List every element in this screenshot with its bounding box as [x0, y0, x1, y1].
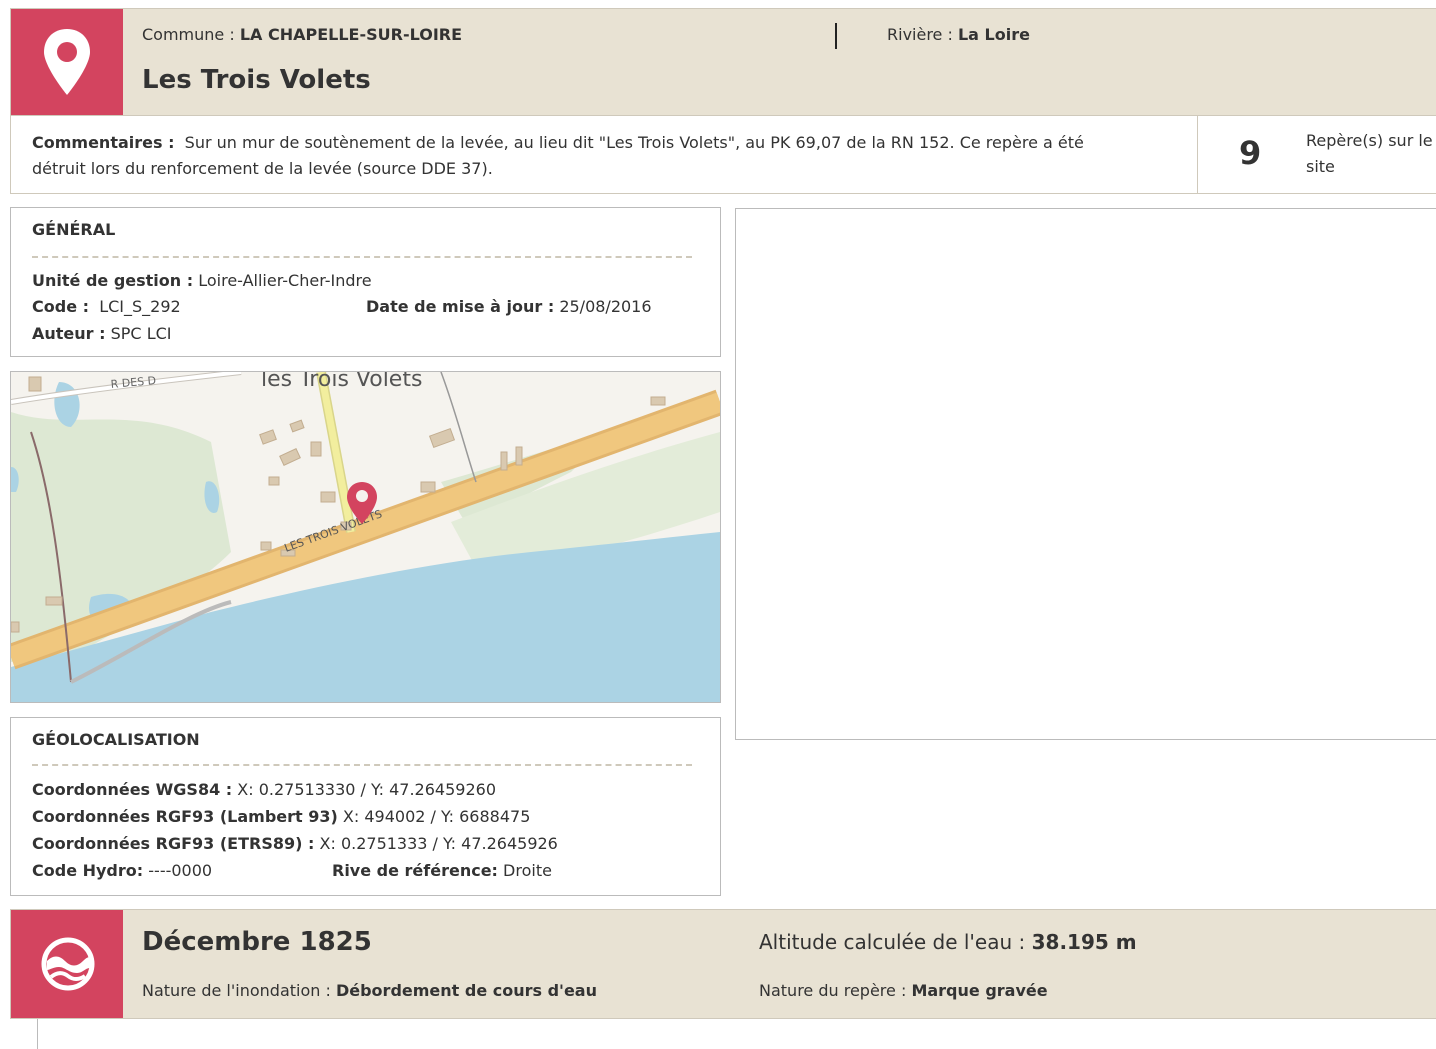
etrs-field: Coordonnées RGF93 (ETRS89) : X: 0.275133… — [32, 834, 558, 853]
flood-nature-value: Débordement de cours d'eau — [335, 981, 597, 1000]
code-field: Code : LCI_S_292 — [32, 297, 181, 316]
flood-repere-line: Nature du repère : Marque gravée — [759, 981, 1048, 1000]
general-divider — [32, 256, 692, 258]
date-value: 25/08/2016 — [559, 297, 652, 316]
unite-value: Loire-Allier-Cher-Indre — [198, 271, 372, 290]
flood-wave-icon — [41, 937, 95, 991]
flood-title: Décembre 1825 — [142, 927, 372, 957]
geo-divider — [32, 764, 692, 766]
site-title: Les Trois Volets — [142, 65, 371, 95]
flood-altitude-label: Altitude calculée de l'eau : — [759, 930, 1032, 954]
general-panel: GÉNÉRAL Unité de gestion : Loire-Allier-… — [10, 207, 721, 357]
site-header: Commune : LA CHAPELLE-SUR-LOIRE Rivière … — [10, 8, 1436, 116]
date-label: Date de mise à jour : — [366, 297, 555, 316]
map-canvas[interactable]: les Trois Volets R DES D LES TROIS VOLET… — [11, 372, 720, 702]
comment-label: Commentaires : — [32, 133, 175, 152]
map-place-label: les Trois Volets — [261, 372, 422, 392]
comment-body: Sur un mur de soutènement de la levée, a… — [32, 133, 1084, 178]
etrs-value: X: 0.2751333 / Y: 47.2645926 — [319, 834, 558, 853]
riviere-line: Rivière : La Loire — [887, 25, 1030, 44]
commune-line: Commune : LA CHAPELLE-SUR-LOIRE — [142, 25, 462, 44]
unite-field: Unité de gestion : Loire-Allier-Cher-Ind… — [32, 271, 372, 290]
flood-nature-line: Nature de l'inondation : Débordement de … — [142, 981, 597, 1000]
rive-field: Rive de référence: Droite — [332, 861, 552, 880]
map-pin-badge — [11, 9, 123, 115]
count-divider — [1197, 116, 1198, 193]
riviere-value: La Loire — [957, 25, 1030, 44]
comment-text: Commentaires : Sur un mur de soutènement… — [32, 130, 1142, 182]
auteur-field: Auteur : SPC LCI — [32, 324, 172, 343]
flood-altitude-line: Altitude calculée de l'eau : 38.195 m — [759, 930, 1137, 954]
hydro-field: Code Hydro: ----0000 — [32, 861, 212, 880]
geolocalisation-panel: GÉOLOCALISATION Coordonnées WGS84 : X: 0… — [10, 717, 721, 896]
flood-repere-value: Marque gravée — [911, 981, 1048, 1000]
hydro-value: ----0000 — [148, 861, 213, 880]
flood-repere-label: Nature du repère : — [759, 981, 912, 1000]
geo-title: GÉOLOCALISATION — [32, 730, 200, 749]
wgs-value: X: 0.27513330 / Y: 47.26459260 — [237, 780, 496, 799]
flood-badge — [11, 910, 123, 1018]
map-pin-icon — [44, 29, 90, 95]
flood-event-header: Décembre 1825 Nature de l'inondation : D… — [10, 909, 1436, 1019]
flood-altitude-value: 38.195 m — [1031, 930, 1137, 954]
wgs-field: Coordonnées WGS84 : X: 0.27513330 / Y: 4… — [32, 780, 496, 799]
flood-nature-label: Nature de l'inondation : — [142, 981, 336, 1000]
wgs-label: Coordonnées WGS84 : — [32, 780, 233, 799]
lambert-label: Coordonnées RGF93 (Lambert 93) — [32, 807, 338, 826]
repere-count-label: Repère(s) sur le site — [1306, 131, 1433, 176]
general-title: GÉNÉRAL — [32, 220, 116, 239]
hydro-label: Code Hydro: — [32, 861, 144, 880]
photo-frame — [735, 208, 1436, 740]
date-field: Date de mise à jour : 25/08/2016 — [366, 297, 652, 316]
unite-label: Unité de gestion : — [32, 271, 194, 290]
riviere-label: Rivière : — [887, 25, 958, 44]
commune-value: LA CHAPELLE-SUR-LOIRE — [239, 25, 463, 44]
lambert-field: Coordonnées RGF93 (Lambert 93) X: 494002… — [32, 807, 530, 826]
auteur-value: SPC LCI — [110, 324, 172, 343]
lambert-value: X: 494002 / Y: 6688475 — [342, 807, 531, 826]
header-divider — [835, 23, 837, 49]
location-map[interactable]: les Trois Volets R DES D LES TROIS VOLET… — [10, 371, 721, 703]
commune-label: Commune : — [142, 25, 240, 44]
comments-section: Commentaires : Sur un mur de soutènement… — [10, 116, 1436, 194]
rive-label: Rive de référence: — [332, 861, 498, 880]
repere-count: 9 — [1239, 134, 1262, 172]
flood-detail-frame — [37, 1019, 1436, 1049]
code-label: Code : — [32, 297, 90, 316]
auteur-label: Auteur : — [32, 324, 106, 343]
rive-value: Droite — [503, 861, 552, 880]
etrs-label: Coordonnées RGF93 (ETRS89) : — [32, 834, 315, 853]
code-value: LCI_S_292 — [99, 297, 181, 316]
